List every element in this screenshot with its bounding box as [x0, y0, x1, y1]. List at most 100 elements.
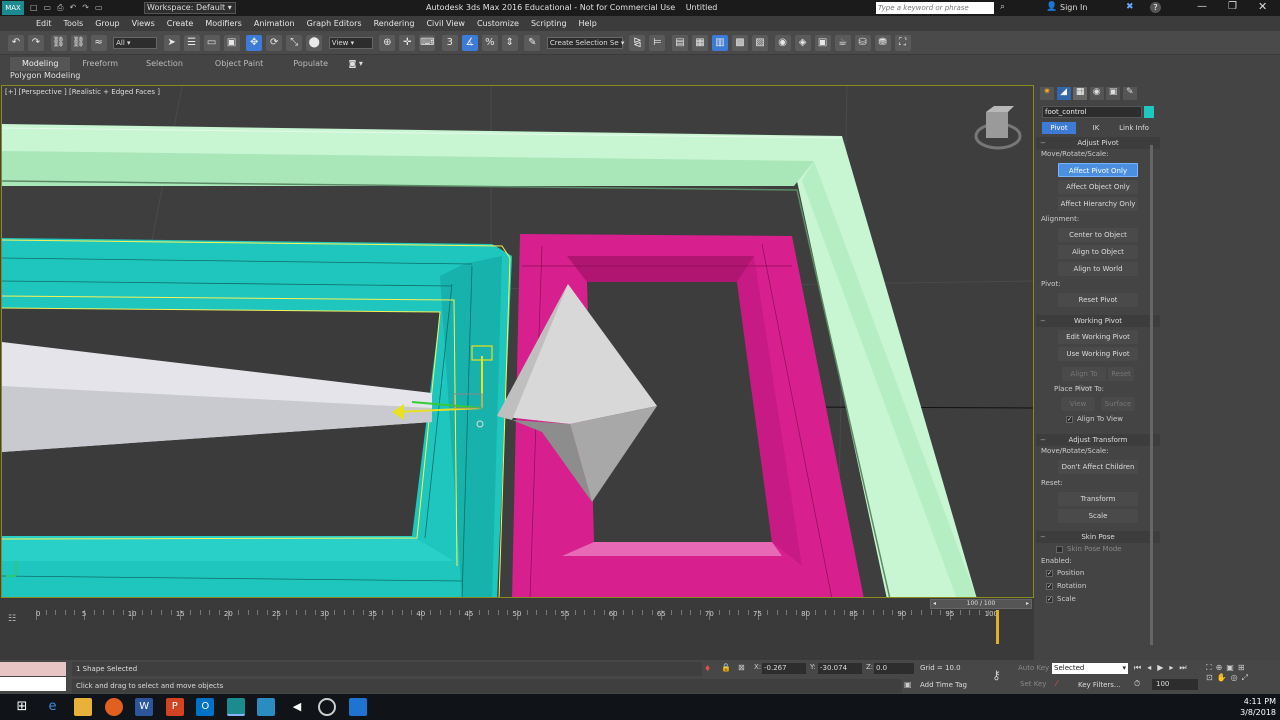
dont-affect-children-button[interactable]: Don't Affect Children [1058, 460, 1138, 474]
3dsmax-taskbar-icon[interactable] [226, 698, 245, 716]
curve-editor-icon[interactable]: ▩ [732, 35, 749, 51]
menu-help[interactable]: Help [573, 16, 603, 31]
reset-pivot-button[interactable]: Reset Pivot [1058, 293, 1138, 307]
render-activeshade-icon[interactable]: ⛃ [874, 35, 891, 51]
file-explorer-icon[interactable] [74, 698, 93, 716]
window-crossing-icon[interactable]: ▣ [223, 35, 240, 51]
perspective-viewport[interactable]: [+] [Perspective ] [Realistic + Edged Fa… [1, 85, 1034, 598]
z-coord-field[interactable]: 0.0 [874, 663, 914, 674]
named-selection-sets-dropdown[interactable]: Create Selection Se ▾ [546, 37, 624, 49]
schematic-view-icon[interactable]: ▨ [752, 35, 769, 51]
tab-populate[interactable]: Populate [279, 57, 342, 71]
rotation-checkbox[interactable]: ✓ Rotation [1036, 580, 1160, 593]
minimize-icon[interactable]: — [1197, 1, 1207, 12]
search-input[interactable]: Type a keyword or phrase [876, 2, 994, 14]
select-place-icon[interactable]: ⬤ [306, 35, 323, 51]
key-filters-button[interactable]: Key Filters... [1078, 681, 1121, 689]
outlook-icon[interactable]: O [196, 698, 215, 716]
workspace-dropdown[interactable]: Workspace: Default ▾ [144, 2, 236, 14]
display-tab-icon[interactable]: ▣ [1106, 87, 1121, 100]
link-icon[interactable]: ⛓ [50, 35, 67, 51]
affect-pivot-only-button[interactable]: Affect Pivot Only [1058, 163, 1138, 177]
motion-tab-icon[interactable]: ◉ [1089, 87, 1104, 100]
spinner-snap-icon[interactable]: ⇕ [501, 35, 518, 51]
clock[interactable]: 4:11 PM 3/8/2018 [1236, 696, 1276, 718]
time-slider-right-icon[interactable]: ▸ [1026, 600, 1029, 608]
layer-explorer-icon[interactable]: ▤ [672, 35, 689, 51]
a360-render-icon[interactable]: ⛶ [894, 35, 911, 51]
playback-controls[interactable]: ⏮◂▶▸⏭ [1134, 663, 1193, 673]
material-editor-icon[interactable]: ◉ [774, 35, 791, 51]
rendered-frame-icon[interactable]: ▣ [814, 35, 831, 51]
select-by-name-icon[interactable]: ☰ [183, 35, 200, 51]
tab-ik[interactable]: IK [1076, 122, 1116, 134]
bind-spacewarp-icon[interactable]: ≈ [90, 35, 107, 51]
add-time-tag[interactable]: Add Time Tag [920, 681, 967, 689]
maxscript-listener-white[interactable] [0, 677, 66, 691]
time-slider[interactable]: ◂ 100 / 100 ▸ [930, 599, 1032, 609]
affect-hierarchy-only-button[interactable]: Affect Hierarchy Only [1058, 197, 1138, 211]
command-panel-scrollbar[interactable] [1150, 145, 1153, 645]
reset-working-pivot-button[interactable]: Reset [1108, 367, 1134, 381]
rollout-adjust-pivot[interactable]: Adjust Pivot [1036, 137, 1160, 149]
tab-freeform[interactable]: Freeform [70, 57, 130, 71]
current-frame-marker[interactable] [996, 610, 999, 644]
menu-create[interactable]: Create [161, 16, 200, 31]
select-scale-icon[interactable]: ⤡ [286, 35, 303, 51]
rollout-skin-pose[interactable]: Skin Pose [1036, 531, 1160, 543]
selection-filter-dropdown[interactable]: All ▾ [113, 37, 158, 49]
toggle-ribbon-icon[interactable]: ▦ [692, 35, 709, 51]
align-icon[interactable]: ⊨ [649, 35, 666, 51]
skin-pose-mode-checkbox[interactable]: Skin Pose Mode [1036, 543, 1160, 556]
object-color-swatch[interactable] [1144, 106, 1154, 118]
steam-icon[interactable] [318, 698, 337, 716]
key-filter-icon[interactable]: ⁄ [1056, 679, 1057, 688]
undo-icon[interactable]: ↶ [8, 35, 24, 51]
tab-link-info[interactable]: Link Info [1116, 122, 1152, 134]
auto-key-button[interactable]: Auto Key [1018, 664, 1049, 672]
utilities-tab-icon[interactable]: ✎ [1122, 87, 1137, 100]
word-icon[interactable]: W [135, 698, 154, 716]
ref-coord-dropdown[interactable]: View ▾ [328, 37, 373, 49]
abs-mode-icon[interactable]: ⊠ [738, 663, 745, 672]
set-key-button[interactable]: Set Key [1020, 680, 1046, 688]
x-coord-field[interactable]: -0.267 [762, 663, 806, 674]
render-iterative-icon[interactable]: ⛁ [854, 35, 871, 51]
ribbon-options-icon[interactable]: ◙ ▾ [349, 59, 363, 68]
frame-field[interactable]: 100 [1152, 679, 1198, 690]
y-coord-field[interactable]: -30.074 [818, 663, 862, 674]
menu-scripting[interactable]: Scripting [525, 16, 573, 31]
viewport-nav-icons[interactable]: ⛶⊕▣⊞ ⊡✋◎⤢ [1206, 663, 1280, 683]
firefox-icon[interactable] [104, 698, 123, 716]
hierarchy-tab-icon[interactable]: ▦ [1073, 87, 1088, 100]
position-checkbox[interactable]: ✓ Position [1036, 567, 1160, 580]
menu-graph-editors[interactable]: Graph Editors [301, 16, 368, 31]
media-player-icon[interactable]: ◀ [288, 698, 306, 716]
sign-in-link[interactable]: Sign In [1060, 3, 1087, 12]
photos-icon[interactable] [257, 698, 276, 716]
maxscript-listener-pink[interactable] [0, 662, 66, 676]
close-icon[interactable]: ✕ [1258, 0, 1267, 13]
menu-customize[interactable]: Customize [471, 16, 525, 31]
transform-button[interactable]: Transform [1058, 492, 1138, 506]
edge-browser-icon[interactable]: e [44, 698, 62, 716]
menu-civil-view[interactable]: Civil View [420, 16, 471, 31]
align-to-view-checkbox[interactable]: ✓ Align To View [1036, 413, 1160, 426]
manipulate-icon[interactable]: ✛ [399, 35, 416, 51]
search-icon[interactable]: ⌕ [1000, 2, 1005, 12]
menu-views[interactable]: Views [126, 16, 161, 31]
menu-rendering[interactable]: Rendering [368, 16, 421, 31]
viewport-label[interactable]: [+] [Perspective ] [Realistic + Edged Fa… [5, 88, 160, 96]
menu-tools[interactable]: Tools [58, 16, 90, 31]
select-move-icon[interactable]: ✥ [246, 35, 263, 51]
scale-button[interactable]: Scale [1058, 509, 1138, 523]
angle-snap-icon[interactable]: ∡ [461, 35, 478, 51]
quick-access-icons[interactable]: □▭⎙↶↷▭ [30, 3, 130, 13]
tab-selection[interactable]: Selection [130, 57, 199, 71]
powerpoint-icon[interactable]: P [165, 698, 184, 716]
edit-working-pivot-button[interactable]: Edit Working Pivot [1058, 330, 1138, 344]
time-tag-icon[interactable]: ▣ [904, 680, 912, 689]
edit-named-sets-icon[interactable]: ✎ [524, 35, 541, 51]
pivot-center-icon[interactable]: ⊕ [379, 35, 396, 51]
user-icon[interactable]: 👤 [1046, 2, 1057, 12]
